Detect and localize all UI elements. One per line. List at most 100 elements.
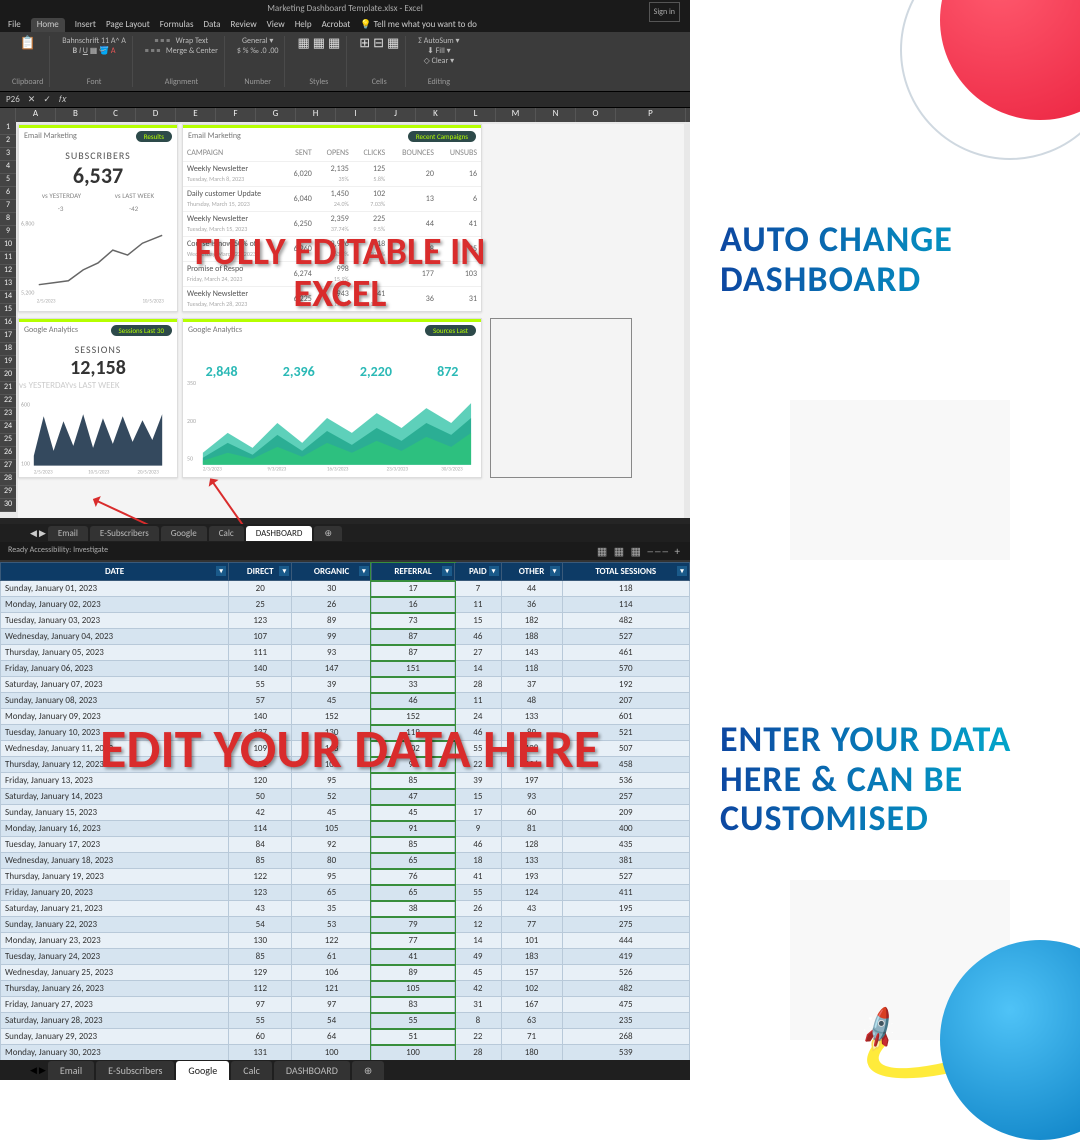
sheet-tab[interactable]: Google xyxy=(161,526,207,541)
column-headers-row: A B C D E F G H I J K L M N O P xyxy=(0,108,690,122)
svg-text:16/3/2023: 16/3/2023 xyxy=(327,467,349,473)
sheet-tab-active[interactable]: Google xyxy=(176,1061,229,1080)
card-campaigns: Email MarketingRecent Campaigns CAMPAIGN… xyxy=(182,124,482,312)
sheet-tabs: ◀ ▶ Email E-Subscribers Google Calc DASH… xyxy=(0,524,690,542)
group-font: Bahnschrift 11 A^ AB I U ▦ 🪣 A Font xyxy=(56,36,133,87)
col-header[interactable]: P xyxy=(616,108,686,122)
promo-panel: AUTO CHANGE DASHBOARD ENTER YOUR DATA HE… xyxy=(690,0,1080,1080)
sheet-tab[interactable]: DASHBOARD xyxy=(274,1061,350,1080)
tell-me-search[interactable]: 💡 Tell me what you want to do xyxy=(360,18,477,32)
new-sheet-icon[interactable]: ⊕ xyxy=(314,526,342,541)
ribbon-tabs: File Home Insert Page Layout Formulas Da… xyxy=(0,18,690,32)
name-box[interactable]: P26 xyxy=(6,94,20,105)
excel-window-data: DATE▾DIRECT▾ORGANIC▾REFERRAL▾PAID▾OTHER▾… xyxy=(0,560,690,1080)
tabs-nav-icon[interactable]: ◀ ▶ xyxy=(30,528,46,539)
promo-heading-1: AUTO CHANGE DASHBOARD xyxy=(720,220,1080,299)
col-header[interactable]: D xyxy=(136,108,176,122)
col-header[interactable]: E xyxy=(176,108,216,122)
tab-help[interactable]: Help xyxy=(295,18,312,32)
promo-heading-2: ENTER YOUR DATA HERE & CAN BE CUSTOMISED xyxy=(720,720,1080,839)
tab-formulas[interactable]: Formulas xyxy=(160,18,194,32)
svg-text:30/3/2023: 30/3/2023 xyxy=(441,467,463,473)
sheet-tab-active[interactable]: DASHBOARD xyxy=(246,526,313,541)
group-cells: ⊞ ⊟ ▦ Cells xyxy=(353,36,406,87)
font-name-select[interactable]: Bahnschrift xyxy=(62,36,99,46)
ribbon-body: 📋 Clipboard Bahnschrift 11 A^ AB I U ▦ 🪣… xyxy=(0,32,690,92)
col-header[interactable]: M xyxy=(496,108,536,122)
cell-styles-button[interactable]: ▦ xyxy=(328,36,340,51)
fx-icon[interactable]: 𝑓𝑥 xyxy=(59,94,67,105)
tab-acrobat[interactable]: Acrobat xyxy=(322,18,351,32)
svg-text:200: 200 xyxy=(187,417,196,425)
status-bar: Ready Accessibility: Investigate ▦ ▦ ▦ ─… xyxy=(0,542,690,560)
col-header[interactable]: C xyxy=(96,108,136,122)
group-clipboard: 📋 Clipboard xyxy=(6,36,50,87)
ga-area-chart: 600 100 2/5/2023 10/5/2023 20/5/2023 xyxy=(19,391,177,481)
svg-text:350: 350 xyxy=(187,379,196,387)
svg-text:23/3/2023: 23/3/2023 xyxy=(387,467,409,473)
sheet-tab[interactable]: Email xyxy=(48,1061,94,1080)
merge-center-button[interactable]: Merge & Center xyxy=(166,46,218,56)
col-header[interactable]: G xyxy=(256,108,296,122)
tab-review[interactable]: Review xyxy=(230,18,256,32)
sources-area-chart: 350 200 50 2/3/2023 9/3/2023 16/3/2023 2… xyxy=(183,373,481,473)
wrap-text-button[interactable]: Wrap Text xyxy=(176,36,209,46)
svg-text:100: 100 xyxy=(21,460,30,468)
svg-text:50: 50 xyxy=(187,455,193,463)
card-subscribers: Email MarketingResults SUBSCRIBERS 6,537… xyxy=(18,124,178,312)
col-header[interactable]: F xyxy=(216,108,256,122)
formula-cancel-icon[interactable]: ✕ xyxy=(28,94,36,105)
sheet-tab[interactable]: Email xyxy=(48,526,88,541)
card-ga-sessions: Google AnalyticsSessions Last 30 SESSION… xyxy=(18,318,178,478)
card-sources-area: Google AnalyticsSources Last 2,848 2,396… xyxy=(182,318,482,478)
data-table[interactable]: DATE▾DIRECT▾ORGANIC▾REFERRAL▾PAID▾OTHER▾… xyxy=(0,562,690,1080)
selected-empty-chart-box[interactable] xyxy=(490,318,632,478)
sign-in-button[interactable]: Sign in xyxy=(649,2,680,22)
col-header[interactable]: B xyxy=(56,108,96,122)
format-cell-button[interactable]: ▦ xyxy=(387,36,399,51)
tab-file[interactable]: File xyxy=(8,18,21,32)
format-table-button[interactable]: ▦ xyxy=(313,36,325,51)
col-header[interactable]: I xyxy=(336,108,376,122)
col-header[interactable]: H xyxy=(296,108,336,122)
col-header[interactable]: A xyxy=(16,108,56,122)
tab-page-layout[interactable]: Page Layout xyxy=(106,18,150,32)
tab-insert[interactable]: Insert xyxy=(75,18,96,32)
col-header[interactable]: N xyxy=(536,108,576,122)
tab-view[interactable]: View xyxy=(267,18,285,32)
svg-text:10/5/2023: 10/5/2023 xyxy=(88,470,110,476)
sheet-tab[interactable]: Calc xyxy=(209,526,244,541)
number-format-select[interactable]: General xyxy=(242,36,268,46)
tab-data[interactable]: Data xyxy=(203,18,220,32)
formula-confirm-icon[interactable]: ✓ xyxy=(43,94,51,105)
decor-ghost-box xyxy=(790,400,1010,560)
insert-cell-button[interactable]: ⊞ xyxy=(359,36,370,51)
sheet-tab[interactable]: E-Subscribers xyxy=(96,1061,174,1080)
tabs-nav-icon[interactable]: ◀ ▶ xyxy=(30,1065,46,1076)
ga-value: 12,158 xyxy=(19,356,177,380)
font-size-select[interactable]: 11 xyxy=(101,36,109,46)
subscribers-line-chart: 6,800 5,200 2/5/2023 10/5/2023 xyxy=(19,215,177,305)
row-headers: 1234567891011121314151617181920212223242… xyxy=(0,122,16,512)
sheet-tab[interactable]: E-Subscribers xyxy=(90,526,159,541)
subscribers-label: SUBSCRIBERS xyxy=(19,149,177,162)
view-controls[interactable]: ▦ ▦ ▦ ─── + xyxy=(597,545,682,557)
campaigns-table: CAMPAIGNSENTOPENSCLICKSBOUNCESUNSUBS Wee… xyxy=(183,145,481,311)
svg-text:2/5/2023: 2/5/2023 xyxy=(34,470,53,476)
new-sheet-icon[interactable]: ⊕ xyxy=(352,1061,384,1080)
svg-text:10/5/2023: 10/5/2023 xyxy=(142,298,164,304)
cond-format-button[interactable]: ▦ xyxy=(297,36,309,51)
svg-text:2/5/2023: 2/5/2023 xyxy=(37,298,56,304)
paste-icon[interactable]: 📋 xyxy=(12,36,43,51)
delete-cell-button[interactable]: ⊟ xyxy=(373,36,384,51)
col-header[interactable]: L xyxy=(456,108,496,122)
col-header[interactable]: K xyxy=(416,108,456,122)
group-number: General ▾$ % ‰ .0 .00 Number xyxy=(231,36,286,87)
tab-home[interactable]: Home xyxy=(31,18,65,32)
svg-text:600: 600 xyxy=(21,400,30,408)
col-header[interactable]: J xyxy=(376,108,416,122)
col-header[interactable]: O xyxy=(576,108,616,122)
group-alignment: ≡ ≡ ≡ Wrap Text≡ ≡ ≡ Merge & Center Alig… xyxy=(139,36,225,87)
sheet-tab[interactable]: Calc xyxy=(231,1061,272,1080)
excel-window-dashboard: Marketing Dashboard Template.xlsx - Exce… xyxy=(0,0,690,560)
